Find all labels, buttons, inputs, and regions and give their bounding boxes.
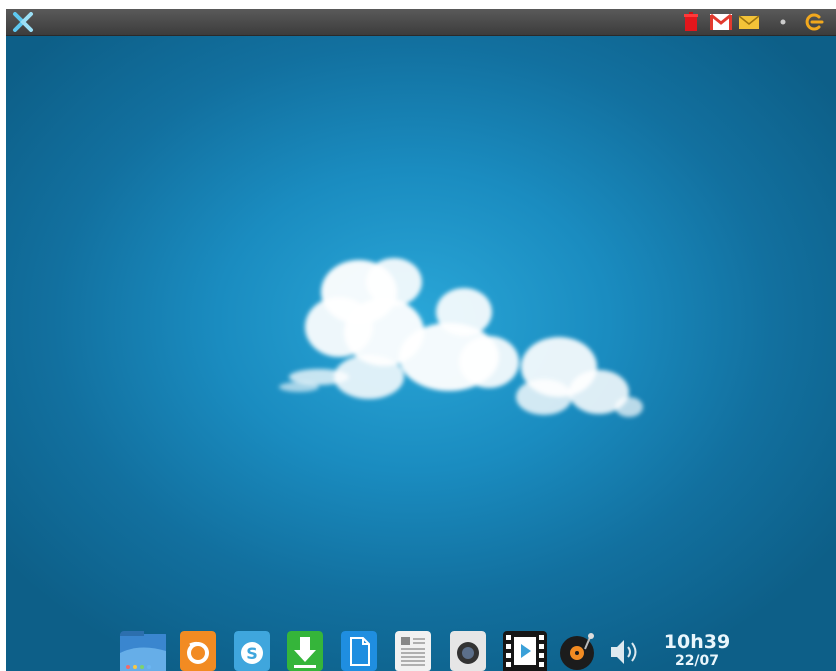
firefox-icon[interactable] <box>180 631 216 671</box>
document-icon[interactable] <box>341 631 377 671</box>
dot-icon[interactable] <box>778 12 788 32</box>
trash-icon[interactable] <box>683 12 699 32</box>
top-panel <box>6 9 836 36</box>
cloud-wallpaper <box>279 258 643 417</box>
mail-icon[interactable] <box>738 12 760 32</box>
power-icon[interactable] <box>803 12 825 32</box>
text-editor-icon[interactable] <box>395 631 431 671</box>
volume-icon[interactable] <box>609 631 641 671</box>
svg-text:S: S <box>246 644 258 663</box>
gmail-icon[interactable] <box>709 12 733 32</box>
desktop-screen: S 10h39 22/07 <box>6 9 836 671</box>
clock-date: 22/07 <box>674 653 720 669</box>
download-icon[interactable] <box>287 631 323 671</box>
file-manager-icon[interactable] <box>120 631 166 671</box>
dock: S <box>117 629 737 671</box>
music-player-icon[interactable] <box>557 631 599 671</box>
video-player-icon[interactable] <box>503 631 547 671</box>
clock[interactable]: 10h39 22/07 <box>657 631 737 669</box>
webcam-icon[interactable] <box>450 631 486 671</box>
clock-time: 10h39 <box>663 631 731 653</box>
skype-icon[interactable]: S <box>234 631 270 671</box>
app-menu-x-icon[interactable] <box>12 12 34 32</box>
